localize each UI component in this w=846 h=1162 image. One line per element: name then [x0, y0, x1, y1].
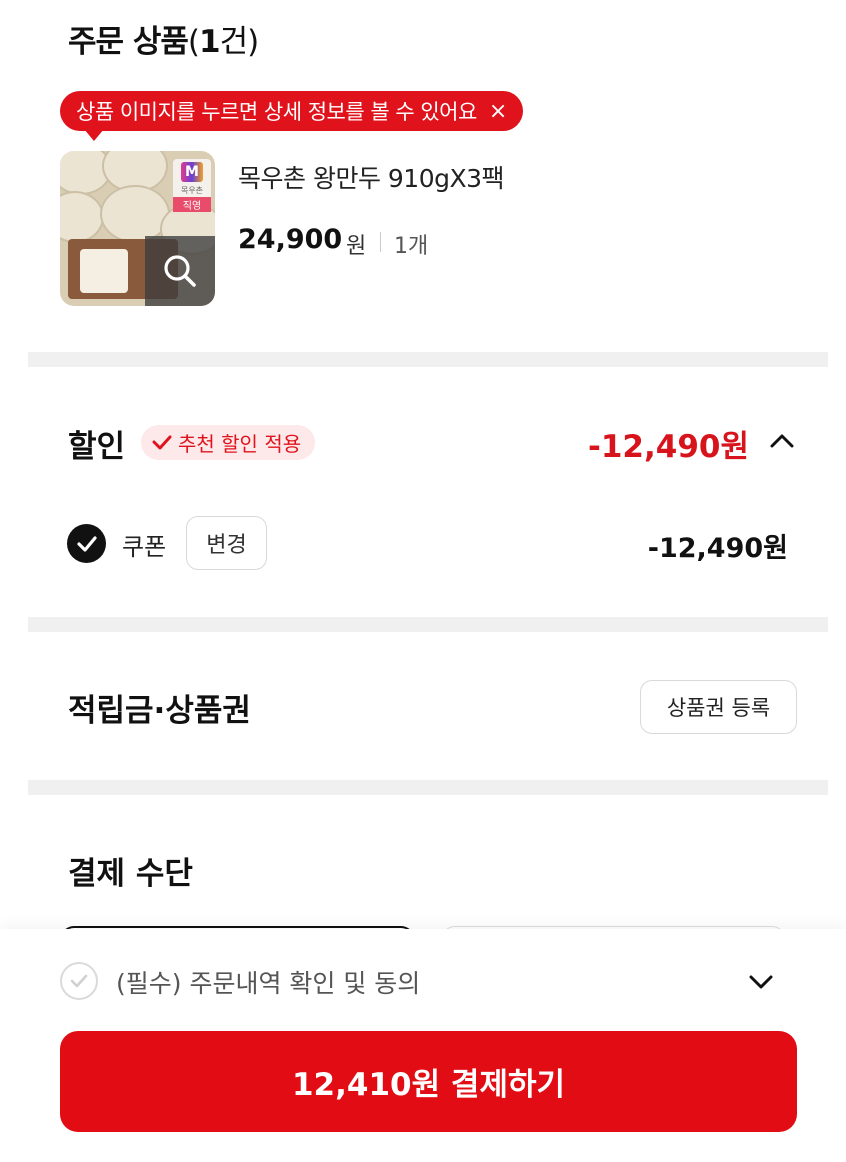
zoom-button[interactable] — [145, 236, 215, 306]
product-name[interactable]: 목우촌 왕만두 910gX3팩 — [238, 159, 505, 195]
register-voucher-button[interactable]: 상품권 등록 — [640, 680, 797, 734]
price-quantity-divider — [380, 232, 381, 252]
order-products-title-text: 주문 상품 — [68, 24, 189, 60]
order-products-title: 주문 상품(1건) — [68, 16, 260, 61]
coupon-checkbox[interactable] — [67, 524, 106, 563]
check-icon — [152, 435, 172, 449]
check-icon — [76, 535, 97, 552]
chevron-up-icon[interactable] — [769, 428, 795, 454]
discount-title: 할인 — [68, 429, 126, 465]
product-image-tooltip: 상품 이미지를 누르면 상세 정보를 볼 수 있어요 × — [60, 91, 523, 131]
section-divider — [28, 352, 828, 367]
discount-total: -12,490원 — [587, 429, 749, 465]
check-icon — [70, 974, 88, 988]
agreement-label[interactable]: (필수) 주문내역 확인 및 동의 — [116, 964, 420, 1000]
section-divider — [28, 780, 828, 795]
order-count-number: 1 — [198, 24, 221, 60]
product-price: 24,900 — [238, 224, 343, 255]
tooltip-text: 상품 이미지를 누르면 상세 정보를 볼 수 있어요 — [76, 100, 477, 124]
product-thumbnail[interactable]: M 목우촌 직영 — [60, 151, 215, 306]
brand-badge-name: 목우촌 — [180, 186, 204, 195]
order-count-close: 건) — [219, 24, 260, 60]
brand-badge: M 목우촌 직영 — [173, 159, 211, 212]
agreement-checkbox[interactable] — [60, 962, 98, 1000]
brand-logo-icon: M — [181, 162, 203, 182]
coupon-change-button[interactable]: 변경 — [186, 516, 267, 570]
brand-badge-direct: 직영 — [173, 197, 211, 212]
chevron-down-icon[interactable] — [747, 970, 775, 994]
product-quantity: 1개 — [394, 234, 429, 259]
pay-button[interactable]: 12,410원 결제하기 — [60, 1031, 797, 1132]
tooltip-close-icon[interactable]: × — [489, 99, 507, 124]
tooltip-tail — [84, 129, 104, 141]
payment-method-title: 결제 수단 — [68, 856, 193, 892]
coupon-amount: -12,490원 — [647, 533, 788, 564]
product-currency: 원 — [346, 234, 367, 259]
section-divider — [28, 617, 828, 632]
order-count: (1건) — [187, 24, 260, 60]
coupon-label: 쿠폰 — [122, 533, 167, 561]
points-voucher-title: 적립금·상품권 — [68, 693, 251, 729]
recommended-discount-badge: 추천 할인 적용 — [141, 425, 316, 460]
recommended-discount-label: 추천 할인 적용 — [178, 432, 302, 456]
search-icon — [164, 255, 196, 287]
order-count-open: ( — [187, 24, 200, 60]
